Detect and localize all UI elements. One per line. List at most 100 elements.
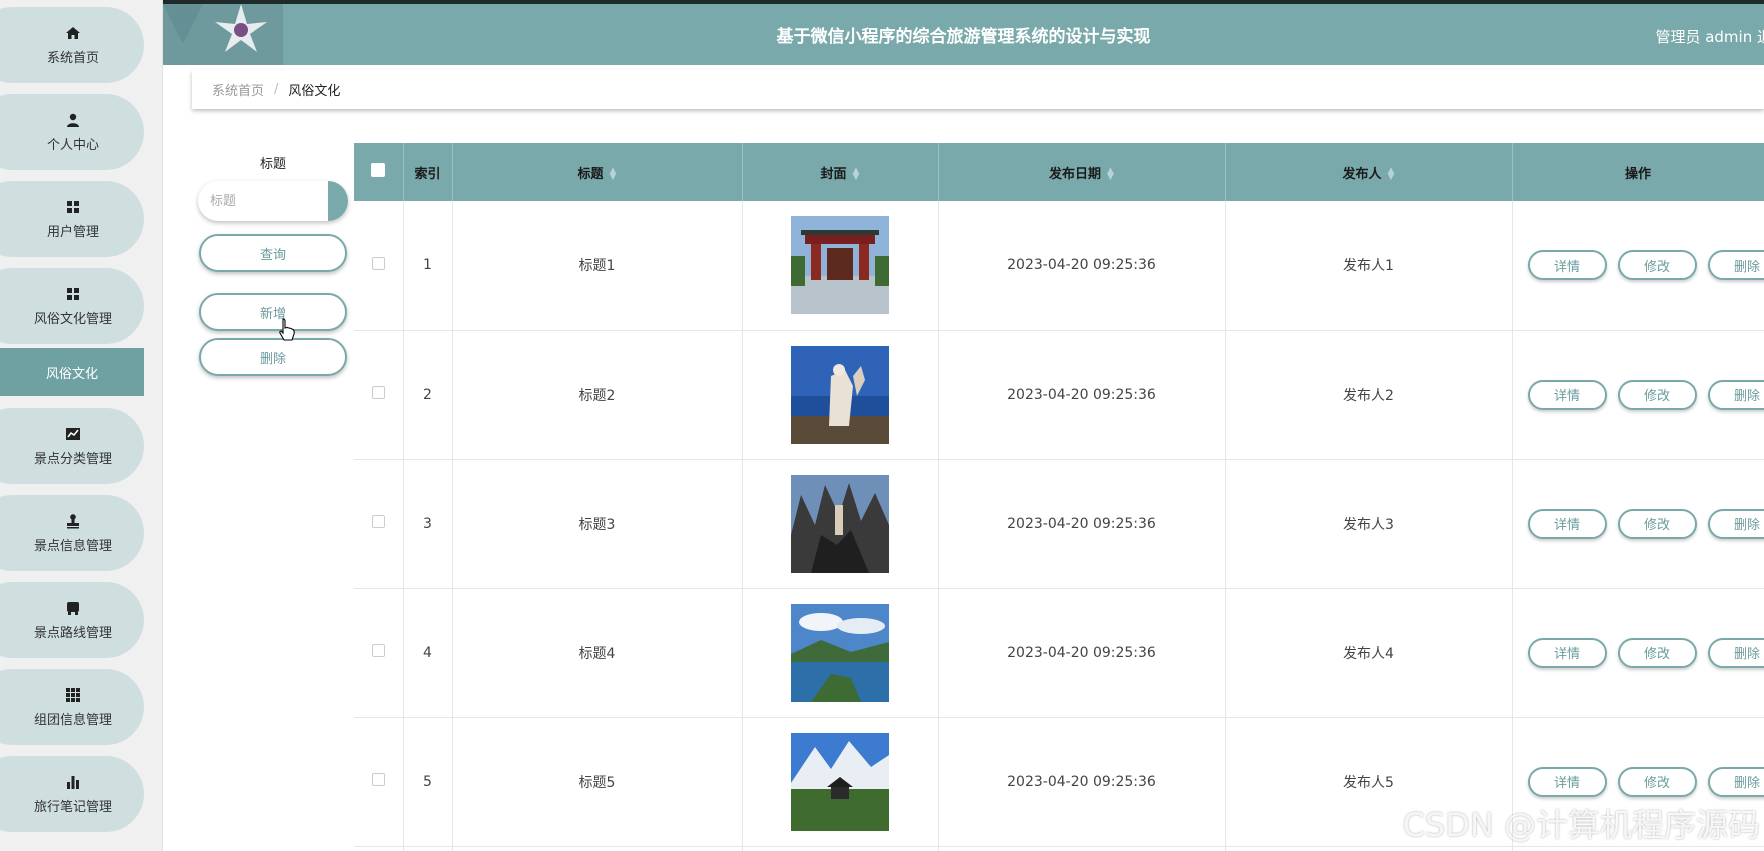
cover-image-lake[interactable] (791, 603, 889, 702)
col-cover[interactable]: 封面 ▲ ▼ (742, 143, 939, 201)
cover-image-mountain[interactable] (791, 732, 889, 831)
row-actions: 详情 修改 删除 (1513, 766, 1764, 797)
edit-button[interactable]: 修改 (1617, 250, 1697, 281)
detail-button[interactable]: 详情 (1527, 250, 1607, 281)
col-publisher[interactable]: 发布人 ▲ ▼ (1225, 143, 1513, 201)
delete-button[interactable]: 删除 (1707, 250, 1764, 281)
sidebar-item-label: 旅行笔记管理 (33, 799, 112, 815)
row-checkbox[interactable] (371, 644, 385, 657)
data-table: 索引 标题 ▲ ▼ 封面 ▲ ▼ 发布日期 ▲ ▼ 发布人 ▲ ▼ 操作 1 标题1 2023-… (354, 143, 1764, 851)
sidebar-item-spot-category[interactable]: 景点分类管理 (0, 408, 144, 484)
bar-chart-icon (65, 774, 81, 790)
row-checkbox[interactable] (371, 386, 385, 399)
delete-button[interactable]: 删除 (1707, 766, 1764, 797)
sidebar-item-label: 景点信息管理 (33, 538, 112, 554)
sidebar-item-label: 组团信息管理 (33, 712, 112, 728)
home-icon (65, 25, 81, 41)
row-title: 标题4 (452, 588, 743, 718)
row-publisher: 发布人2 (1225, 330, 1513, 460)
sidebar-item-home[interactable]: 系统首页 (0, 7, 144, 83)
chart-icon (65, 426, 81, 442)
stamp-icon (65, 513, 81, 529)
row-index: 1 (403, 201, 453, 331)
batch-delete-button[interactable]: 删除 (199, 338, 347, 376)
sidebar-item-custom-culture[interactable]: 风俗文化管理 (0, 268, 144, 344)
row-index: 5 (403, 717, 453, 847)
table-row: 3 标题3 2023-04-20 09:25:36 发布人3 详情 修改 删除 (354, 459, 1764, 589)
col-cover-label: 封面 (820, 166, 847, 182)
row-date: 2023-04-20 09:25:36 (938, 588, 1226, 718)
table-row: 2 标题2 2023-04-20 09:25:36 发布人2 详情 修改 删除 (354, 330, 1764, 460)
row-date: 2023-04-20 09:25:36 (938, 201, 1226, 331)
row-date: 2023-04-20 09:25:36 (938, 330, 1226, 460)
sidebar-item-label: 个人中心 (46, 137, 99, 153)
row-checkbox[interactable] (371, 515, 385, 528)
title-search-input[interactable] (198, 181, 324, 221)
row-title: 标题3 (452, 459, 743, 589)
row-date: 2023-04-20 09:25:36 (938, 459, 1226, 589)
delete-button[interactable]: 删除 (1707, 637, 1764, 668)
detail-button[interactable]: 详情 (1527, 637, 1607, 668)
sidebar-item-group-info[interactable]: 组团信息管理 (0, 669, 144, 745)
row-title: 标题2 (452, 330, 743, 460)
breadcrumb-home[interactable]: 系统首页 (212, 80, 264, 99)
grid-icon (65, 199, 81, 215)
sidebar: 系统首页 个人中心 用户管理 风俗文化管理 风俗文化 景点分类管理 景点信息管理… (0, 0, 163, 851)
sidebar-item-spot-route[interactable]: 景点路线管理 (0, 582, 144, 658)
grid-icon (65, 286, 81, 302)
watermark: CSDN @计算机程序源码 (1402, 806, 1760, 844)
detail-button[interactable]: 详情 (1527, 508, 1607, 539)
row-index: 4 (403, 588, 453, 718)
edit-button[interactable]: 修改 (1617, 637, 1697, 668)
sidebar-item-label: 风俗文化管理 (33, 311, 112, 327)
detail-button[interactable]: 详情 (1527, 766, 1607, 797)
sidebar-item-profile[interactable]: 个人中心 (0, 94, 144, 170)
select-all-checkbox[interactable] (371, 163, 386, 177)
sort-icon: ▲ ▼ (609, 166, 617, 182)
sidebar-item-label: 系统首页 (46, 50, 99, 66)
row-actions: 详情 修改 删除 (1513, 637, 1764, 668)
table-row: 4 标题4 2023-04-20 09:25:36 发布人4 详情 修改 删除 (354, 588, 1764, 718)
search-input-cap (328, 181, 348, 221)
col-title[interactable]: 标题 ▲ ▼ (452, 143, 743, 201)
edit-button[interactable]: 修改 (1617, 766, 1697, 797)
table-row-partial (354, 846, 1764, 851)
add-button[interactable]: 新增 (199, 293, 347, 331)
row-checkbox[interactable] (371, 773, 385, 786)
search-box (198, 181, 348, 221)
sidebar-item-users[interactable]: 用户管理 (0, 181, 144, 257)
row-actions: 详情 修改 删除 (1513, 508, 1764, 539)
sort-icon: ▲ ▼ (1387, 166, 1395, 182)
row-publisher: 发布人4 (1225, 588, 1513, 718)
cover-image-gate[interactable] (791, 216, 889, 315)
row-title: 标题1 (452, 201, 743, 331)
row-index: 3 (403, 459, 453, 589)
delete-button[interactable]: 删除 (1707, 508, 1764, 539)
detail-button[interactable]: 详情 (1527, 379, 1607, 410)
col-date-label: 发布日期 (1049, 166, 1102, 182)
query-button[interactable]: 查询 (199, 234, 347, 272)
row-publisher: 发布人1 (1225, 201, 1513, 331)
table-row: 1 标题1 2023-04-20 09:25:36 发布人1 详情 修改 删除 (354, 201, 1764, 331)
sidebar-subitem-culture[interactable]: 风俗文化 (0, 348, 144, 396)
row-checkbox[interactable] (371, 256, 385, 270)
sidebar-item-travel-notes[interactable]: 旅行笔记管理 (0, 756, 144, 832)
col-date[interactable]: 发布日期 ▲ ▼ (938, 143, 1226, 201)
page-title: 基于微信小程序的综合旅游管理系统的设计与实现 (776, 27, 1151, 47)
edit-button[interactable]: 修改 (1617, 508, 1697, 539)
apps-icon (65, 687, 81, 703)
cover-image-rocks[interactable] (791, 474, 889, 573)
user-info[interactable]: 管理员 admin 退 (1655, 26, 1764, 47)
sort-icon: ▲ ▼ (852, 166, 860, 182)
sidebar-item-spot-info[interactable]: 景点信息管理 (0, 495, 144, 571)
breadcrumb-current: 风俗文化 (288, 84, 341, 99)
select-all-cell (354, 143, 404, 201)
row-title: 标题5 (452, 717, 743, 847)
sidebar-item-label: 景点分类管理 (33, 451, 112, 467)
delete-button[interactable]: 删除 (1707, 379, 1764, 410)
sidebar-item-label: 用户管理 (46, 224, 99, 240)
cover-image-statue[interactable] (791, 345, 889, 444)
col-index: 索引 (403, 143, 453, 201)
top-header: 基于微信小程序的综合旅游管理系统的设计与实现 管理员 admin 退 (163, 0, 1764, 65)
edit-button[interactable]: 修改 (1617, 379, 1697, 410)
